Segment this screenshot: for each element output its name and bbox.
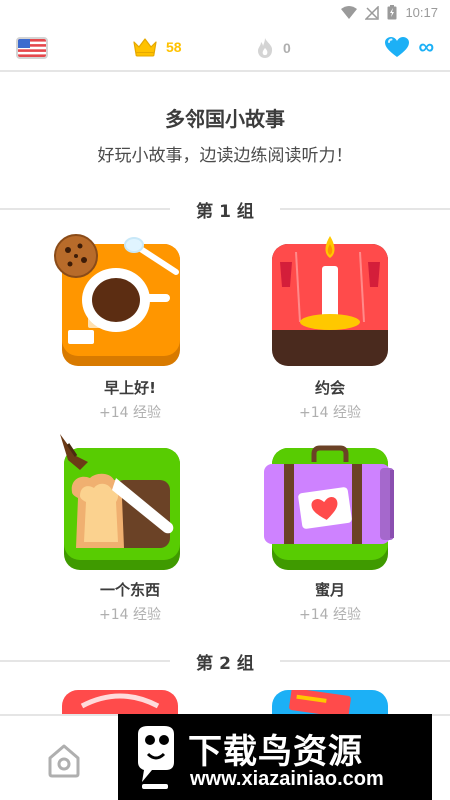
hearts-infinite: ∞ bbox=[418, 34, 434, 59]
crown-icon bbox=[133, 38, 157, 57]
divider-line bbox=[280, 660, 450, 662]
status-icons: 10:17 bbox=[341, 5, 438, 20]
divider-line bbox=[280, 208, 450, 210]
us-flag-icon[interactable] bbox=[16, 37, 48, 59]
wifi-icon bbox=[341, 5, 358, 19]
status-bar: 10:17 bbox=[0, 0, 450, 26]
hearts-counter[interactable]: ∞ bbox=[384, 36, 434, 58]
story-card-partial-left[interactable] bbox=[62, 690, 178, 716]
streak-counter[interactable]: 0 bbox=[256, 37, 291, 59]
flame-icon bbox=[258, 38, 273, 58]
story-xp: +14 经验 bbox=[299, 405, 361, 421]
watermark-url: www.xiazainiao.com bbox=[190, 768, 384, 790]
bread-knife-icon bbox=[60, 434, 180, 570]
candle-icon bbox=[272, 236, 388, 366]
watermark-banner: 下载鸟资源 www.xiazainiao.com bbox=[118, 714, 432, 800]
section-header-1: 第 1 组 bbox=[0, 194, 450, 224]
watermark-title: 下载鸟资源 bbox=[188, 732, 363, 772]
page-title: 多邻国小故事 bbox=[165, 107, 285, 131]
status-time: 10:17 bbox=[405, 5, 438, 20]
suitcase-icon bbox=[264, 445, 394, 570]
story-card-a-thing[interactable]: 一个东西 +14 经验 bbox=[40, 434, 220, 634]
crowns-count: 58 bbox=[166, 39, 182, 55]
story-xp: +14 经验 bbox=[299, 607, 361, 623]
battery-charging-icon bbox=[387, 5, 397, 20]
story-title: 约会 bbox=[314, 379, 345, 397]
coffee-cup-icon bbox=[54, 234, 180, 366]
story-card-good-morning[interactable]: 早上好! +14 经验 bbox=[40, 232, 220, 432]
story-card-date[interactable]: 约会 +14 经验 bbox=[240, 232, 420, 432]
story-title: 一个东西 bbox=[99, 581, 160, 599]
heart-icon bbox=[385, 37, 410, 57]
story-title: 早上好! bbox=[104, 379, 156, 397]
story-xp: +14 经验 bbox=[99, 405, 161, 421]
section-header-2: 第 2 组 bbox=[0, 646, 450, 676]
top-bar: 58 0 ∞ bbox=[0, 26, 450, 72]
no-signal-icon bbox=[365, 5, 380, 20]
story-title: 蜜月 bbox=[314, 581, 345, 599]
bird-logo-icon bbox=[138, 726, 174, 789]
crowns-counter[interactable]: 58 bbox=[132, 37, 182, 57]
story-xp: +14 经验 bbox=[99, 607, 161, 623]
story-card-partial-right[interactable] bbox=[272, 690, 388, 716]
home-icon[interactable] bbox=[44, 740, 84, 780]
streak-count: 0 bbox=[283, 40, 291, 56]
page-subtitle: 好玩小故事，边读边练阅读听力！ bbox=[97, 146, 353, 166]
story-card-honeymoon[interactable]: 蜜月 +14 经验 bbox=[240, 434, 420, 634]
